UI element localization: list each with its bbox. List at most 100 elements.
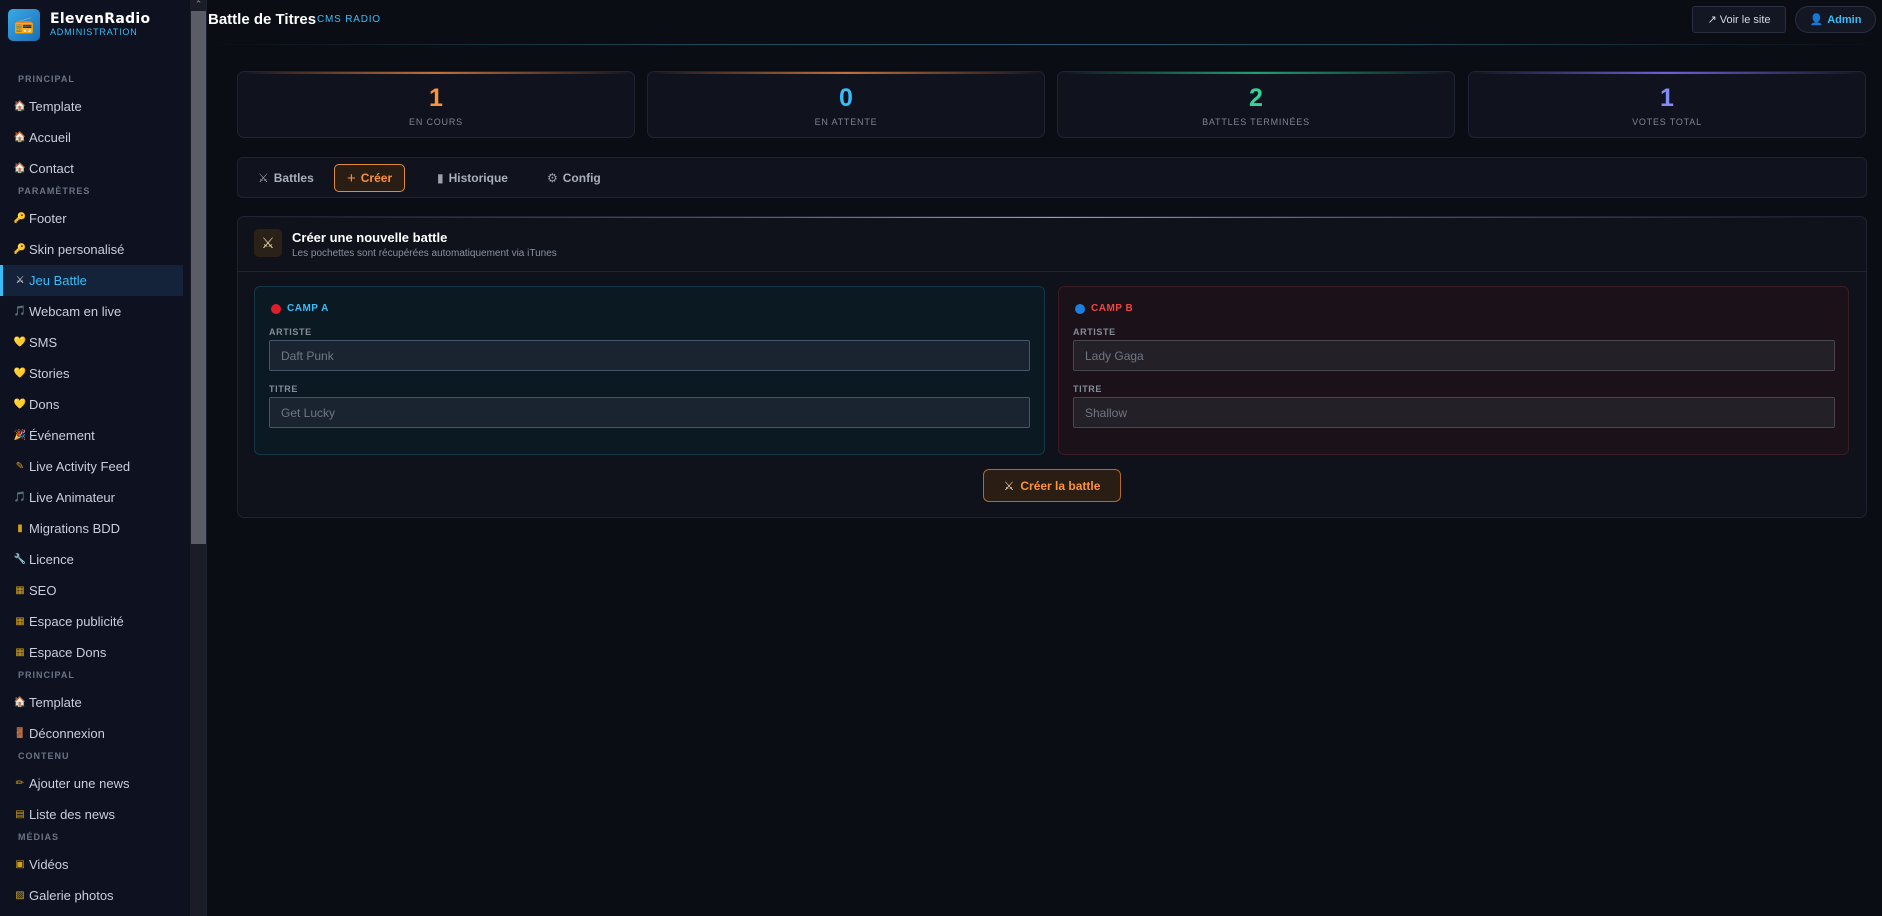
home-icon: 🏠 bbox=[13, 697, 27, 708]
sidebar-item-sms[interactable]: 💛 SMS bbox=[0, 327, 190, 358]
home-icon: 🏠 bbox=[13, 132, 27, 143]
artist-label: ARTISTE bbox=[1073, 327, 1116, 337]
swords-icon: ⚔ bbox=[15, 275, 25, 286]
scrollbar-thumb[interactable] bbox=[191, 11, 206, 544]
swords-icon: ⚔ bbox=[1003, 478, 1015, 493]
sidebar-item-skin-personalise[interactable]: 🔑 Skin personalisé bbox=[0, 234, 190, 265]
sidebar-item-stories[interactable]: 💛 Stories bbox=[0, 358, 190, 389]
swords-icon: ⚔ bbox=[258, 171, 269, 185]
stat-glow bbox=[1058, 72, 1454, 74]
stat-label: EN COURS bbox=[409, 117, 463, 127]
stat-label: EN ATTENTE bbox=[814, 117, 878, 127]
sidebar-section-title: PARAMÈTRES bbox=[18, 186, 91, 196]
camp-a-title-input[interactable] bbox=[269, 397, 1030, 428]
title-label: TITRE bbox=[269, 384, 298, 394]
panel-subtitle: Les pochettes sont récupérées automatiqu… bbox=[292, 248, 557, 259]
brand-name: ElevenRadio bbox=[50, 11, 151, 27]
sidebar-item-espace-publicite[interactable]: ▦ Espace publicité bbox=[0, 606, 190, 637]
gear-icon: ⚙ bbox=[547, 171, 558, 185]
stat-glow bbox=[1469, 72, 1865, 74]
sidebar-item-label: Template bbox=[29, 695, 82, 710]
music-icon: 🎵 bbox=[13, 492, 27, 503]
film-icon: ▣ bbox=[15, 859, 25, 870]
view-site-button[interactable]: ↗ Voir le site bbox=[1692, 6, 1786, 33]
sidebar-item-label: SEO bbox=[29, 583, 57, 598]
sidebar-item-label: Stories bbox=[29, 366, 70, 381]
title-label: TITRE bbox=[1073, 384, 1102, 394]
sidebar-item-webcam-en-live[interactable]: 🎵 Webcam en live bbox=[0, 296, 190, 327]
create-battle-button[interactable]: ⚔ Créer la battle bbox=[983, 469, 1121, 502]
stat-card-en-cours: 1 EN COURS bbox=[237, 71, 635, 138]
sidebar-item-label: Jeu Battle bbox=[29, 273, 87, 288]
tab-historique[interactable]: ▮ Historique bbox=[425, 164, 520, 192]
camp-b-header: CAMP B bbox=[1075, 303, 1133, 314]
camp-a-artist-input[interactable] bbox=[269, 340, 1030, 371]
sidebar-scrollbar[interactable]: ⌃ bbox=[190, 0, 206, 916]
sidebar-item-live-activity-feed[interactable]: ✎ Live Activity Feed bbox=[0, 451, 190, 482]
camp-b-card: CAMP B ARTISTE TITRE bbox=[1058, 286, 1849, 455]
chart-icon: ▦ bbox=[15, 647, 25, 658]
sidebar-item-label: SMS bbox=[29, 335, 58, 350]
sidebar-item-label: Galerie photos bbox=[29, 888, 114, 903]
pen-icon: ✎ bbox=[15, 461, 25, 472]
tab-battles[interactable]: ⚔ Battles bbox=[246, 164, 326, 192]
sidebar-item-label: Footer bbox=[29, 211, 67, 226]
tab-creer[interactable]: + Créer bbox=[334, 164, 406, 192]
tab-label: Créer bbox=[360, 171, 393, 185]
sidebar-item-videos[interactable]: ▣ Vidéos bbox=[0, 849, 190, 880]
sidebar-section-title: PRINCIPAL bbox=[18, 74, 75, 84]
camp-b-label: CAMP B bbox=[1091, 303, 1134, 314]
sidebar-item-deconnexion[interactable]: 🚪 Déconnexion bbox=[0, 718, 190, 749]
stat-value: 2 bbox=[1249, 84, 1263, 112]
camp-b-title-input[interactable] bbox=[1073, 397, 1835, 428]
sidebar-item-galerie-photos[interactable]: ▨ Galerie photos bbox=[0, 880, 190, 911]
sidebar-item-label: Migrations BDD bbox=[29, 521, 121, 536]
sidebar-item-migrations-bdd[interactable]: ▮ Migrations BDD bbox=[0, 513, 190, 544]
camp-a-label: CAMP A bbox=[287, 303, 329, 314]
sidebar-item-accueil[interactable]: 🏠 Accueil bbox=[0, 122, 190, 153]
sidebar-item-contact[interactable]: 🏠 Contact bbox=[0, 153, 190, 184]
sidebar-item-label: Contact bbox=[29, 161, 74, 176]
panel-title: Créer une nouvelle battle bbox=[292, 230, 448, 245]
party-icon: 🎉 bbox=[13, 430, 27, 441]
sidebar-item-dons[interactable]: 💛 Dons bbox=[0, 389, 190, 420]
sidebar-item-jeu-battle[interactable]: ⚔ Jeu Battle bbox=[0, 265, 183, 296]
brand[interactable]: 📻 ElevenRadio ADMINISTRATION bbox=[8, 8, 150, 42]
camp-b-dot-icon bbox=[1075, 303, 1085, 314]
sidebar-item-label: Déconnexion bbox=[29, 726, 105, 741]
stat-label: BATTLES TERMINÉES bbox=[1202, 117, 1310, 127]
sidebar-item-seo[interactable]: ▦ SEO bbox=[0, 575, 190, 606]
sidebar: 📻 ElevenRadio ADMINISTRATION PRINCIPAL 🏠 T… bbox=[0, 0, 207, 916]
sidebar-nav: PRINCIPAL 🏠 Template 🏠 Accueil 🏠 Contact PARAMÈ… bbox=[0, 72, 190, 911]
admin-label: Admin bbox=[1827, 13, 1862, 26]
sidebar-item-label: Événement bbox=[29, 428, 95, 443]
camp-a-header: CAMP A bbox=[271, 303, 329, 314]
sidebar-item-label: Vidéos bbox=[29, 857, 69, 872]
sidebar-item-ajouter-une-news[interactable]: ✏ Ajouter une news bbox=[0, 768, 190, 799]
stat-value: 0 bbox=[839, 84, 853, 112]
artist-label: ARTISTE bbox=[269, 327, 312, 337]
database-icon: ▮ bbox=[17, 523, 23, 534]
sidebar-item-espace-dons[interactable]: ▦ Espace Dons bbox=[0, 637, 190, 668]
sidebar-item-footer[interactable]: 🔑 Footer bbox=[0, 203, 190, 234]
admin-button[interactable]: 👤 Admin bbox=[1795, 6, 1876, 33]
plus-icon: + bbox=[347, 169, 356, 187]
sidebar-item-live-animateur[interactable]: 🎵 Live Animateur bbox=[0, 482, 190, 513]
sidebar-item-label: Espace publicité bbox=[29, 614, 124, 629]
wrench-icon: 🔧 bbox=[13, 554, 27, 565]
sidebar-item-template[interactable]: 🏠 Template bbox=[0, 687, 190, 718]
sidebar-item-evenement[interactable]: 🎉 Événement bbox=[0, 420, 190, 451]
stat-glow bbox=[238, 72, 634, 74]
sidebar-item-label: Skin personalisé bbox=[29, 242, 125, 257]
sidebar-item-liste-des-news[interactable]: ▤ Liste des news bbox=[0, 799, 190, 830]
sidebar-item-licence[interactable]: 🔧 Licence bbox=[0, 544, 190, 575]
camp-b-artist-input[interactable] bbox=[1073, 340, 1835, 371]
stat-glow bbox=[648, 72, 1044, 74]
tab-config[interactable]: ⚙ Config bbox=[535, 164, 613, 192]
sidebar-item-label: Live Activity Feed bbox=[29, 459, 131, 474]
sidebar-item-template[interactable]: 🏠 Template bbox=[0, 91, 190, 122]
topbar-divider bbox=[207, 44, 1882, 45]
camp-a-card: CAMP A ARTISTE TITRE bbox=[254, 286, 1045, 455]
scroll-up-arrow-icon[interactable]: ⌃ bbox=[190, 0, 206, 10]
tab-label: Config bbox=[562, 171, 601, 185]
